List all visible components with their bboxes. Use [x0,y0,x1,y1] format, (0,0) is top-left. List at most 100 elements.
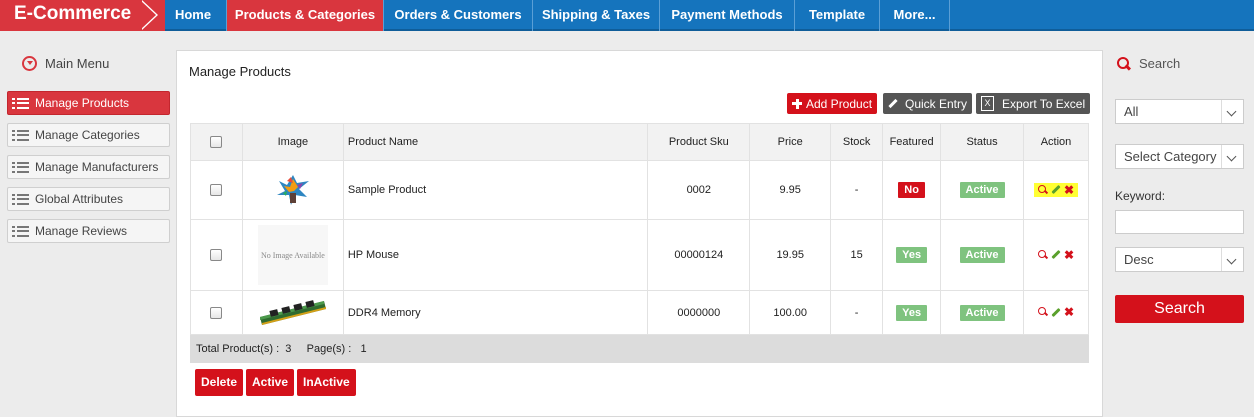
nav-shipping-taxes[interactable]: Shipping & Taxes [533,0,660,31]
sort-order-select[interactable]: Desc [1115,247,1244,272]
col-product-name[interactable]: Product Name [342,123,649,161]
view-magnifier-icon[interactable] [1037,184,1048,195]
sidebar-item-manage-categories[interactable]: Manage Categories [7,123,170,147]
quick-entry-button[interactable]: Quick Entry [883,93,973,114]
col-image: Image [241,123,344,161]
list-icon [12,161,29,173]
product-thumbnail[interactable] [258,295,328,327]
circle-chevron-down-icon [22,55,37,71]
top-nav: E-Commerce Home Products & Categories Or… [0,0,1254,31]
brand-arrow [140,0,156,30]
sidebar-item-label: Manage Categories [35,128,140,142]
sidebar-item-global-attributes[interactable]: Global Attributes [7,187,170,211]
select-all-checkbox[interactable] [210,136,223,149]
keyword-label: Keyword: [1115,189,1166,203]
sidebar-item-manage-manufacturers[interactable]: Manage Manufacturers [7,155,170,179]
quick-entry-label: Quick Entry [905,96,968,111]
filter-select-value: All [1124,104,1139,119]
category-select[interactable]: Select Category [1115,144,1244,169]
chevron-down-icon [1221,100,1243,123]
filter-select[interactable]: All [1115,99,1244,124]
product-image-cell [241,290,344,335]
product-name[interactable]: HP Mouse [342,219,649,291]
add-product-button[interactable]: Add Product [787,93,878,114]
table-row: Sample Product 0002 9.95 - No Active ✖ [190,160,1089,220]
action-cell: ✖ [1023,160,1089,220]
pencil-icon [888,98,898,109]
page-title: Manage Products [189,64,291,79]
sidebar-item-label: Manage Reviews [35,224,128,238]
list-icon [12,97,29,109]
col-featured[interactable]: Featured [882,123,942,161]
edit-pencil-icon[interactable] [1051,307,1061,317]
edit-pencil-icon[interactable] [1051,184,1061,195]
status-badge[interactable]: Active [959,304,1005,321]
delete-button[interactable]: Delete [195,369,244,396]
product-price: 9.95 [749,160,832,220]
status-badge[interactable]: Active [959,182,1005,198]
sidebar-item-manage-products[interactable]: Manage Products [7,91,170,115]
plus-icon [792,98,802,109]
featured-badge[interactable]: Yes [896,304,928,321]
table-footer-row: Total Product(s) : 3 Page(s) : 1 [190,334,1089,363]
table-row: DDR4 Memory 0000000 100.00 - Yes Active … [190,290,1089,335]
delete-x-icon[interactable]: ✖ [1064,249,1074,261]
keyword-input[interactable] [1115,210,1244,234]
delete-x-icon[interactable]: ✖ [1064,306,1074,318]
featured-cell: No [882,160,942,220]
sort-order-value: Desc [1124,252,1154,267]
row-checkbox[interactable] [210,184,223,197]
row-checkbox[interactable] [210,249,223,262]
row-actions: ✖ [1033,182,1079,197]
status-badge[interactable]: Active [959,247,1005,263]
product-name[interactable]: Sample Product [342,160,649,220]
main-menu-header[interactable]: Main Menu [22,54,109,72]
nav-orders-customers[interactable]: Orders & Customers [384,0,533,31]
list-icon [12,225,29,237]
nav-payment-methods[interactable]: Payment Methods [660,0,795,31]
row-select-cell [190,290,243,335]
sidebar-item-manage-reviews[interactable]: Manage Reviews [7,219,170,243]
totals-text: Total Product(s) : 3 Page(s) : 1 [190,334,1089,363]
action-cell: ✖ [1023,290,1089,335]
product-price: 19.95 [749,219,832,291]
product-sku: 0002 [647,160,751,220]
active-button[interactable]: Active [246,369,295,396]
edit-pencil-icon[interactable] [1051,249,1061,260]
select-all-header [190,123,243,161]
product-stock: 15 [830,219,884,291]
nav-home[interactable]: Home [160,0,227,31]
product-stock: - [830,290,884,335]
nav-template[interactable]: Template [795,0,880,31]
search-title: Search [1139,56,1181,71]
manage-products-panel: Manage Products Add Product Quick Entry … [176,50,1103,417]
featured-badge[interactable]: No [898,182,925,198]
product-sku: 00000124 [647,219,751,291]
row-select-cell [190,160,243,220]
chevron-down-icon [1221,248,1243,271]
sidebar-item-label: Global Attributes [35,192,124,206]
col-stock[interactable]: Stock [830,123,884,161]
col-status[interactable]: Status [940,123,1024,161]
export-excel-button[interactable]: X Export To Excel [976,93,1091,114]
row-actions: ✖ [1034,305,1078,319]
featured-badge[interactable]: Yes [896,247,928,263]
view-magnifier-icon[interactable] [1037,307,1048,317]
view-magnifier-icon[interactable] [1037,249,1048,260]
sidebar-item-label: Manage Products [35,96,130,110]
product-thumbnail[interactable] [273,171,313,207]
search-button[interactable]: Search [1115,295,1244,323]
status-cell: Active [940,219,1024,291]
row-select-cell [190,219,243,291]
product-name[interactable]: DDR4 Memory [342,290,649,335]
delete-x-icon[interactable]: ✖ [1064,184,1074,196]
col-price[interactable]: Price [749,123,832,161]
no-image-placeholder[interactable]: No Image Available [257,225,328,285]
add-product-label: Add Product [806,96,873,111]
inactive-button[interactable]: InActive [297,369,356,396]
nav-products-categories[interactable]: Products & Categories [227,0,384,31]
row-actions: ✖ [1034,248,1078,262]
nav-more[interactable]: More... [880,0,950,31]
row-checkbox[interactable] [210,306,223,319]
col-product-sku[interactable]: Product Sku [647,123,751,161]
